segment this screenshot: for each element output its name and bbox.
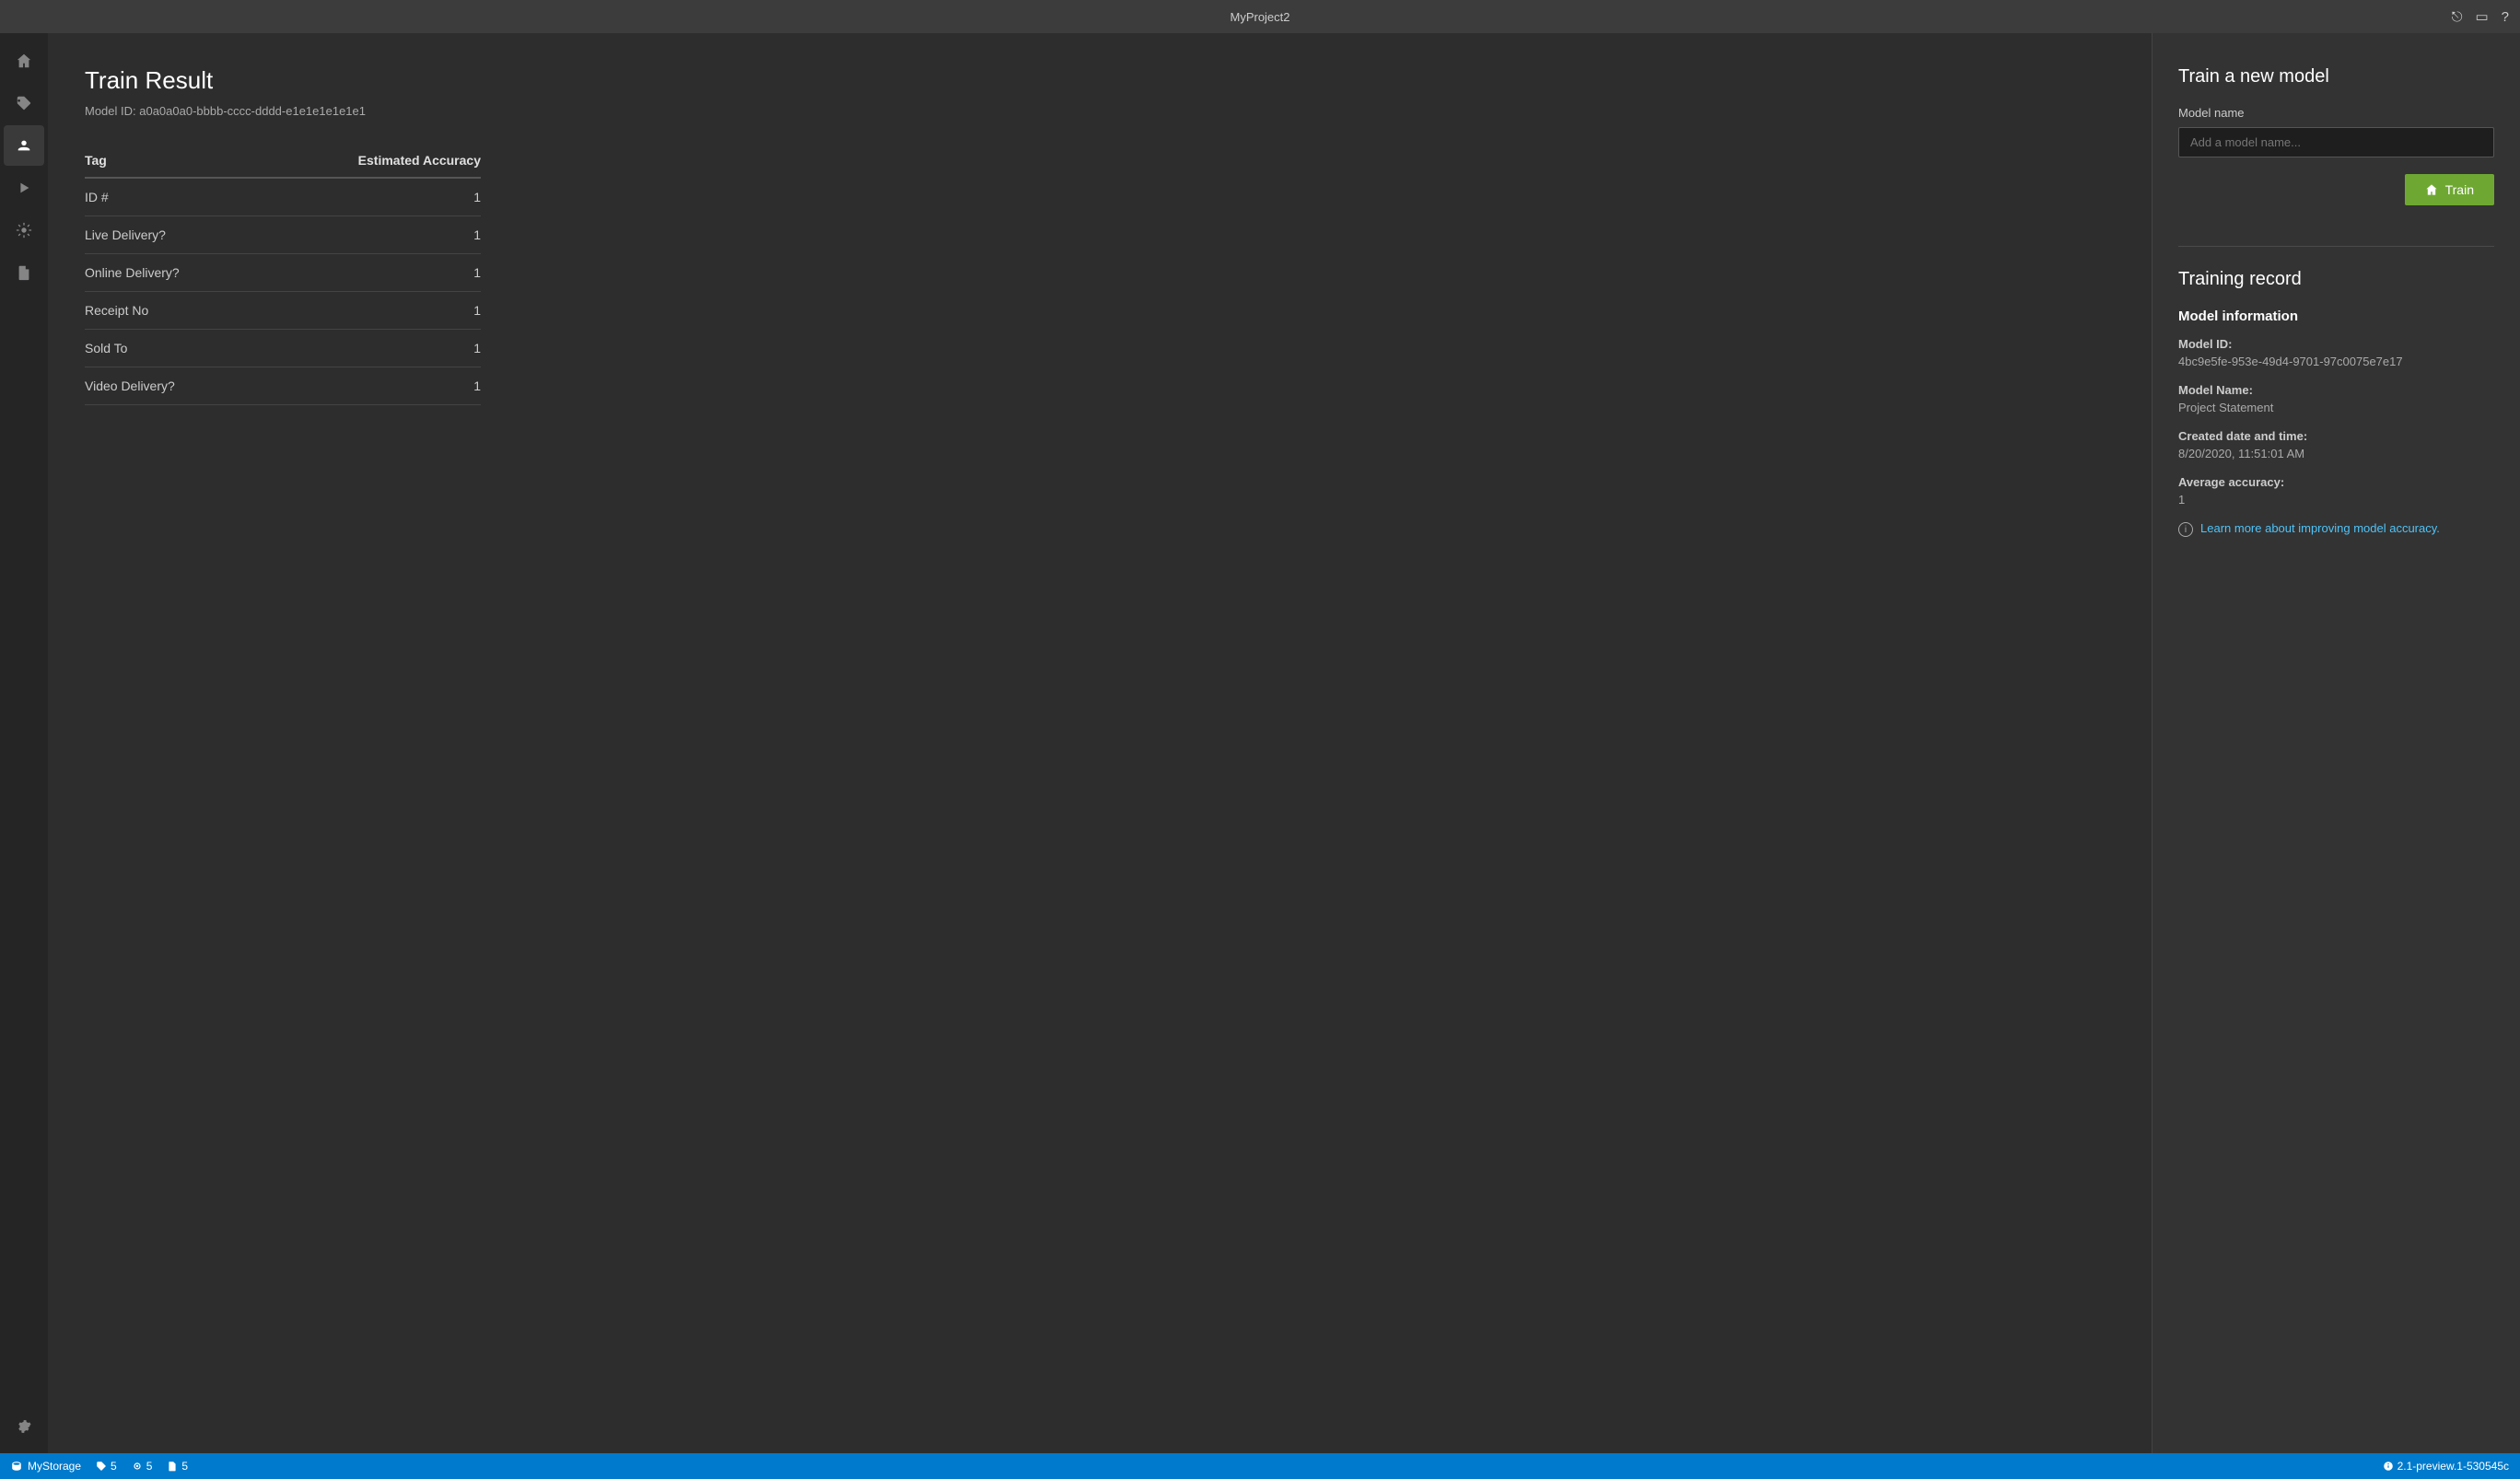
version-icon [2383,1461,2394,1472]
model-id-value: 4bc9e5fe-953e-49d4-9701-97c0075e7e17 [2178,355,2494,368]
created-date-row: Created date and time: 8/20/2020, 11:51:… [2178,429,2494,460]
learn-more-text[interactable]: Learn more about improving model accurac… [2200,521,2440,535]
visited-icon [132,1461,143,1472]
help-icon[interactable]: ? [2502,9,2509,25]
model-id-label: Model ID: [2178,337,2494,351]
table-cell-accuracy: 1 [257,254,481,292]
train-button[interactable]: Train [2405,174,2494,205]
train-icon [2425,183,2438,196]
sidebar-item-tag[interactable] [4,83,44,123]
model-name-label: Model name [2178,106,2494,120]
table-row: Receipt No 1 [85,292,481,330]
sidebar-item-train[interactable] [4,210,44,250]
model-id-row: Model ID: 4bc9e5fe-953e-49d4-9701-97c007… [2178,337,2494,368]
tagged-count: 5 [111,1460,117,1473]
training-record-title: Training record [2178,269,2494,290]
model-name-row: Model Name: Project Statement [2178,383,2494,414]
status-tagged: 5 [96,1460,117,1473]
model-id-text: Model ID: a0a0a0a0-bbbb-cccc-dddd-e1e1e1… [85,104,2115,118]
learn-more-row: i Learn more about improving model accur… [2178,521,2494,537]
sidebar-item-run[interactable] [4,168,44,208]
title-bar: MyProject2 ⎋ ▭ ? [0,0,2520,33]
content-area: Train Result Model ID: a0a0a0a0-bbbb-ccc… [48,33,2520,1453]
window-title: MyProject2 [1230,10,1289,24]
table-cell-tag: Sold To [85,330,257,367]
avg-accuracy-row: Average accuracy: 1 [2178,475,2494,507]
table-header-tag: Tag [85,144,257,178]
docs-icon [167,1461,178,1472]
status-visited: 5 [132,1460,153,1473]
table-cell-tag: Receipt No [85,292,257,330]
info-circle-icon: i [2178,522,2193,537]
table-cell-tag: Live Delivery? [85,216,257,254]
table-row: ID # 1 [85,178,481,216]
status-storage: MyStorage [11,1460,81,1473]
status-bar: MyStorage 5 5 5 2.1-preview.1-530545c [0,1453,2520,1479]
table-cell-accuracy: 1 [257,216,481,254]
results-table: Tag Estimated Accuracy ID # 1 Live Deliv… [85,144,481,405]
created-label: Created date and time: [2178,429,2494,443]
table-row: Live Delivery? 1 [85,216,481,254]
avg-accuracy-label: Average accuracy: [2178,475,2494,489]
storage-name: MyStorage [28,1460,81,1473]
page-title: Train Result [85,66,2115,95]
created-value: 8/20/2020, 11:51:01 AM [2178,447,2494,460]
table-cell-accuracy: 1 [257,330,481,367]
right-panel: Train a new model Model name Train Train… [2152,33,2520,1453]
sidebar-item-docs[interactable] [4,252,44,293]
share-icon[interactable]: ⎋ [2452,9,2463,25]
table-row: Video Delivery? 1 [85,367,481,405]
main-panel: Train Result Model ID: a0a0a0a0-bbbb-ccc… [48,33,2152,1453]
section-divider [2178,246,2494,247]
sidebar-item-home[interactable] [4,41,44,81]
status-docs: 5 [167,1460,188,1473]
sidebar-item-settings[interactable] [4,1411,44,1451]
model-info-title: Model information [2178,309,2494,324]
record-model-name-label: Model Name: [2178,383,2494,397]
status-version: 2.1-preview.1-530545c [2383,1460,2509,1473]
table-cell-tag: ID # [85,178,257,216]
model-name-input[interactable] [2178,127,2494,157]
table-cell-accuracy: 1 [257,178,481,216]
app-body: Train Result Model ID: a0a0a0a0-bbbb-ccc… [0,33,2520,1453]
sidebar [0,33,48,1453]
table-header-accuracy: Estimated Accuracy [257,144,481,178]
avg-accuracy-value: 1 [2178,493,2494,507]
tagged-icon [96,1461,107,1472]
docs-count: 5 [181,1460,188,1473]
record-model-name-value: Project Statement [2178,401,2494,414]
table-cell-accuracy: 1 [257,292,481,330]
storage-icon [11,1461,22,1472]
table-cell-tag: Online Delivery? [85,254,257,292]
table-cell-tag: Video Delivery? [85,367,257,405]
table-row: Online Delivery? 1 [85,254,481,292]
table-row: Sold To 1 [85,330,481,367]
train-new-model-title: Train a new model [2178,66,2494,87]
sidebar-item-model[interactable] [4,125,44,166]
visited-count: 5 [146,1460,153,1473]
version-text: 2.1-preview.1-530545c [2398,1460,2509,1473]
window-icon[interactable]: ▭ [2475,8,2488,25]
learn-more-link[interactable]: Learn more about improving model accurac… [2200,521,2440,535]
title-bar-actions: ⎋ ▭ ? [2452,8,2509,25]
table-cell-accuracy: 1 [257,367,481,405]
